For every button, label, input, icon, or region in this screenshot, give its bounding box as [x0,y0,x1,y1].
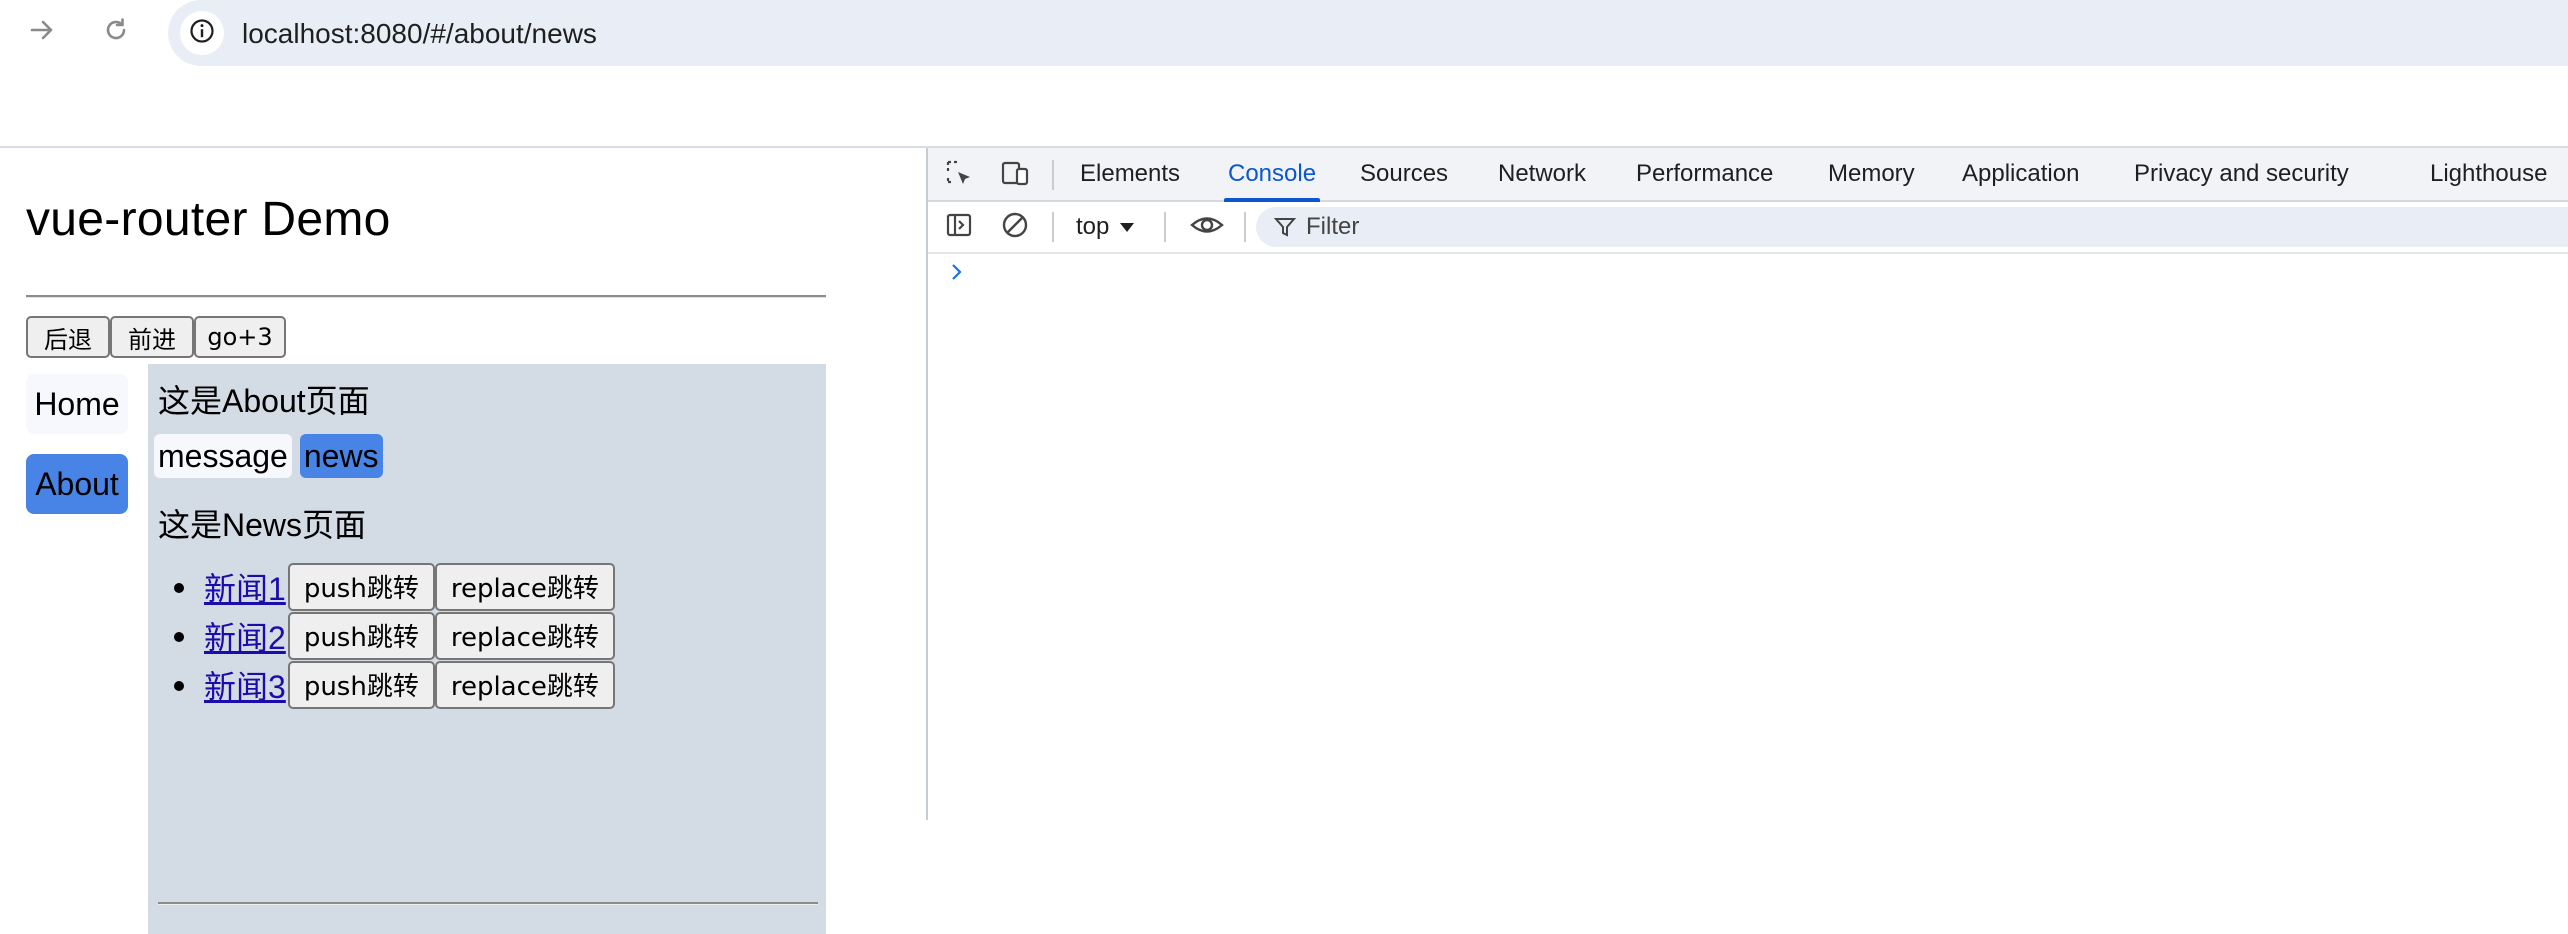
bullet-icon [174,681,184,691]
inspect-element-icon [944,158,974,193]
context-value: top [1076,213,1110,240]
clear-console-button[interactable] [998,210,1032,244]
devtools-tab-console[interactable]: Console [1223,148,1321,202]
news-heading: 这是News页面 [158,507,367,543]
replace-button[interactable]: replace跳转 [434,562,615,611]
list-item: 新闻2 push跳转 replace跳转 [174,611,615,660]
console-toolbar: top Filter [928,202,2568,254]
forward-button[interactable] [22,12,62,52]
sidebar-toggle-icon [944,210,974,245]
chevron-down-icon [1119,213,1135,241]
subnav-link-news[interactable]: news [299,434,383,478]
push-button[interactable]: push跳转 [287,660,435,709]
news-link[interactable]: 新闻3 [204,662,286,708]
push-button[interactable]: push跳转 [287,562,435,611]
bullet-icon [174,632,184,642]
back-button[interactable]: 后退 [26,316,110,358]
devtools-tab-sources[interactable]: Sources [1360,148,1448,200]
about-heading: 这是About页面 [158,383,370,419]
subnav-link-message[interactable]: message [154,434,292,478]
console-filter-input[interactable]: Filter [1256,207,2568,247]
device-toolbar-button[interactable] [998,158,1032,192]
devtools-tab-memory[interactable]: Memory [1828,148,1915,200]
devtools-panel: Elements Console Sources Network Perform… [926,148,2568,820]
list-item: 新闻1 push跳转 replace跳转 [174,562,615,611]
clear-console-icon [1000,210,1030,245]
devtools-tab-lighthouse[interactable]: Lighthouse [2430,148,2547,200]
about-content-panel: 这是About页面 message news 这是News页面 新闻1 push… [148,364,826,934]
list-item: 新闻3 push跳转 replace跳转 [174,660,615,709]
address-bar[interactable]: localhost:8080/#/about/news [168,0,2568,66]
toolbar-separator [1164,212,1166,242]
page-title: vue-router Demo [26,193,391,246]
news-link[interactable]: 新闻2 [204,613,286,659]
browser-toolbar: localhost:8080/#/about/news [0,0,2568,66]
page-viewport: vue-router Demo 后退 前进 go+3 Home About 这是… [0,148,926,934]
devtools-tab-network[interactable]: Network [1498,148,1586,200]
devtools-tab-bar: Elements Console Sources Network Perform… [928,148,2568,202]
device-toolbar-icon [1000,158,1030,193]
title-divider [26,295,826,298]
tab-separator [1052,160,1054,190]
live-expression-eye-icon [1190,210,1224,245]
info-icon [188,17,216,50]
reload-button[interactable] [96,12,136,52]
toolbar-separator [1052,212,1054,242]
filter-placeholder: Filter [1306,213,1360,240]
nav-link-home[interactable]: Home [26,374,128,434]
console-prompt-chevron-icon[interactable] [950,260,964,288]
sidebar-toggle-button[interactable] [942,210,976,244]
news-link[interactable]: 新闻1 [204,564,286,610]
site-info-button[interactable] [180,11,224,55]
devtools-tab-application[interactable]: Application [1962,148,2079,200]
toolbar-separator [1244,212,1246,242]
nav-link-about[interactable]: About [26,454,128,514]
url-text[interactable]: localhost:8080/#/about/news [242,18,597,50]
forward-page-button[interactable]: 前进 [110,316,194,358]
push-button[interactable]: push跳转 [287,611,435,660]
arrow-right-icon [27,15,57,50]
reload-icon [101,15,131,50]
inspect-element-button[interactable] [942,158,976,192]
replace-button[interactable]: replace跳转 [434,611,615,660]
bullet-icon [174,583,184,593]
replace-button[interactable]: replace跳转 [434,660,615,709]
devtools-tab-privacy[interactable]: Privacy and security [2134,148,2349,200]
context-select[interactable]: top [1076,210,1135,244]
news-divider [158,902,818,905]
filter-icon [1274,216,1296,238]
devtools-tab-elements[interactable]: Elements [1080,148,1180,200]
devtools-tab-performance[interactable]: Performance [1636,148,1773,200]
live-expression-button[interactable] [1190,210,1224,244]
go3-button[interactable]: go+3 [194,316,286,358]
news-list: 新闻1 push跳转 replace跳转 新闻2 push跳转 replace跳… [174,562,615,709]
bookmarks-area [0,66,2568,148]
history-buttons: 后退 前进 go+3 [26,316,286,358]
about-subnav: message news [154,434,383,478]
